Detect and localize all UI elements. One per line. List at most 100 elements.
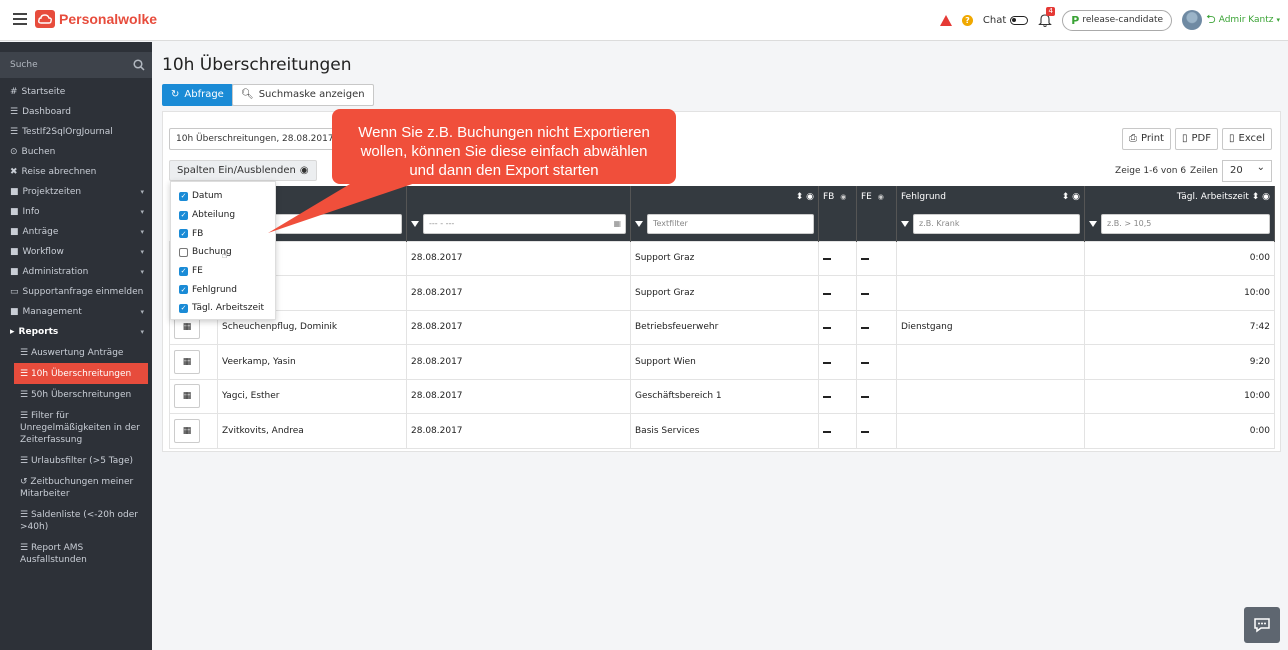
user-menu[interactable]: ⮌ Admir Kantz ▾ bbox=[1206, 10, 1280, 31]
pdf-button[interactable]: ▯ PDF bbox=[1174, 128, 1218, 150]
cell-time: 9:20 bbox=[1084, 344, 1275, 380]
sidebar-item[interactable]: ■ Projektzeiten ▾ bbox=[0, 182, 152, 202]
sidebar-item[interactable]: ☰ TestIf2SqlOrgJournal bbox=[0, 122, 152, 142]
eye-icon[interactable]: ◉ bbox=[878, 193, 884, 201]
reports-submenu-item[interactable]: ☰ Auswertung Anträge bbox=[0, 342, 152, 363]
column-toggle-button[interactable]: Spalten Ein/Ausblenden ◉ bbox=[169, 160, 317, 181]
checkbox[interactable]: ✓ bbox=[179, 303, 188, 313]
checkbox[interactable]: ✓ bbox=[179, 191, 188, 201]
app-logo[interactable]: Personalwolke bbox=[35, 10, 157, 28]
calendar-icon: ▦ bbox=[182, 356, 192, 367]
filter-arbeitszeit: z.B. > 10,5 bbox=[1084, 208, 1275, 241]
column-toggle-item[interactable]: ✓ FB bbox=[171, 224, 275, 243]
help-icon[interactable]: ? bbox=[961, 14, 973, 26]
checkbox[interactable]: ✓ bbox=[179, 266, 188, 276]
header-date[interactable] bbox=[406, 186, 631, 208]
header-fb[interactable]: FB ◉ bbox=[818, 186, 857, 208]
table-row[interactable]: ▦ Zvitkovits, Andrea 28.08.2017 Basis Servi… bbox=[169, 413, 1275, 449]
table-row[interactable]: ▦28.08.2017Support Graz0:00 bbox=[169, 240, 1275, 276]
column-toggle-item[interactable]: ✓ Tägl. Arbeitszeit bbox=[171, 299, 275, 318]
column-toggle-item[interactable]: ✓ FE bbox=[171, 262, 275, 281]
reports-submenu-item[interactable]: ☰ 50h Überschreitungen bbox=[0, 384, 152, 405]
sort-icon[interactable]: ⬍ bbox=[796, 192, 804, 202]
arbeitszeit-filter-input[interactable]: z.B. > 10,5 bbox=[1101, 214, 1270, 235]
reports-submenu-item[interactable]: ☰ Urlaubsfilter (>5 Tage) bbox=[0, 450, 152, 471]
sidebar-item-label: Dashboard bbox=[22, 107, 71, 117]
table-row[interactable]: ▦28.08.2017Support Graz10:00 bbox=[169, 275, 1275, 311]
column-toggle-label: Datum bbox=[192, 191, 223, 202]
page-size-select[interactable]: 20 bbox=[1222, 158, 1272, 182]
sidebar-item[interactable]: # Startseite bbox=[0, 82, 152, 102]
excel-button[interactable]: ▯ Excel bbox=[1221, 128, 1272, 150]
sidebar-item[interactable]: ■ Info ▾ bbox=[0, 202, 152, 222]
sidebar-item-label: Buchen bbox=[21, 147, 56, 157]
header-arbeitszeit[interactable]: Tägl. Arbeitszeit ⬍ ◉ bbox=[1084, 186, 1275, 208]
calendar-icon: ▦ bbox=[182, 391, 192, 402]
reports-submenu-item[interactable]: ☰ Report AMS Ausfallstunden bbox=[0, 537, 152, 570]
header-dept[interactable]: ⬍ ◉ bbox=[630, 186, 819, 208]
sidebar-item[interactable]: ⊙ Buchen bbox=[0, 142, 152, 162]
search-input[interactable]: Suche bbox=[10, 60, 38, 70]
chat-bubble-button[interactable] bbox=[1244, 607, 1280, 643]
header-fehlgrund[interactable]: Fehlgrund ⬍ ◉ bbox=[896, 186, 1085, 208]
sidebar-item[interactable]: ■ Management ▾ bbox=[0, 302, 152, 322]
sidebar-item[interactable]: ■ Workflow ▾ bbox=[0, 242, 152, 262]
query-button[interactable]: ↻ Abfrage bbox=[162, 84, 233, 106]
table-row[interactable]: ▦ Veerkamp, Yasin 28.08.2017 Support Wien 9:… bbox=[169, 344, 1275, 380]
checkbox[interactable] bbox=[179, 247, 188, 257]
column-toggle-item[interactable]: ✓ Fehlgrund bbox=[171, 280, 275, 299]
dept-filter-input[interactable]: Textfilter bbox=[647, 214, 814, 235]
sidebar-item-label: Projektzeiten bbox=[22, 187, 82, 197]
user-avatar[interactable] bbox=[1182, 10, 1203, 30]
reports-submenu-item[interactable]: ☰ 10h Überschreitungen bbox=[14, 363, 148, 384]
date-filter-input[interactable]: --- - --- ▦ bbox=[423, 214, 626, 235]
sort-icon[interactable]: ⬍ ◉ bbox=[1252, 192, 1270, 202]
checkbox[interactable]: ✓ bbox=[179, 210, 188, 220]
sidebar-item[interactable]: ■ Administration ▾ bbox=[0, 262, 152, 282]
sidebar-item[interactable]: ☰ Dashboard bbox=[0, 102, 152, 122]
sidebar-item[interactable]: ▸ Reports ▾ bbox=[0, 322, 152, 342]
reports-submenu-item[interactable]: ☰ Saldenliste (<-20h oder >40h) bbox=[0, 504, 152, 537]
header-fe[interactable]: FE ◉ bbox=[856, 186, 897, 208]
cell-dept: Support Wien bbox=[630, 344, 819, 380]
refresh-icon: ↻ bbox=[171, 89, 180, 100]
fe-dash bbox=[861, 327, 869, 330]
calendar-button[interactable]: ▦ bbox=[174, 349, 200, 374]
show-searchmask-button[interactable]: 🔍︎ Suchmaske anzeigen bbox=[232, 84, 374, 106]
rows-label: Zeilen bbox=[1190, 166, 1218, 176]
reports-submenu-item[interactable]: ↺ Zeitbuchungen meiner Mitarbeiter bbox=[0, 471, 152, 504]
sidebar-search[interactable]: Suche bbox=[0, 52, 152, 78]
table-cell: ▦ bbox=[169, 344, 218, 380]
reports-submenu-item[interactable]: ☰ Filter für Unregelmäßigkeiten in der Z… bbox=[0, 405, 152, 450]
cell-dept: Basis Services bbox=[630, 413, 819, 449]
checkbox[interactable]: ✓ bbox=[179, 229, 188, 239]
sidebar-item[interactable]: ▭ Supportanfrage einmelden bbox=[0, 282, 152, 302]
calendar-button[interactable]: ▦ bbox=[174, 418, 200, 443]
sort-icon[interactable]: ⬍ ◉ bbox=[1062, 192, 1080, 202]
sidebar-item[interactable]: ■ Anträge ▾ bbox=[0, 222, 152, 242]
table-row[interactable]: ▦ Scheuchenpflug, Dominik 28.08.2017 Betrie… bbox=[169, 309, 1275, 345]
hamburger-menu-icon[interactable] bbox=[13, 13, 27, 25]
calendar-icon[interactable]: ▦ bbox=[613, 215, 621, 233]
calendar-icon: ▦ bbox=[182, 425, 192, 436]
eye-icon[interactable]: ◉ bbox=[806, 192, 814, 202]
reports-submenu-label: 50h Überschreitungen bbox=[30, 390, 132, 400]
print-button[interactable]: ⎙ Print bbox=[1121, 128, 1171, 150]
chat-toggle[interactable] bbox=[1010, 15, 1029, 25]
header-fb-label: FB bbox=[823, 192, 835, 202]
eye-icon[interactable]: ◉ bbox=[840, 193, 846, 201]
column-toggle-item[interactable]: ✓ Datum bbox=[171, 187, 275, 206]
fb-dash bbox=[823, 292, 831, 295]
fehlgrund-filter-input[interactable]: z.B. Krank bbox=[913, 214, 1080, 235]
column-toggle-item[interactable]: ✓ Abteilung bbox=[171, 206, 275, 225]
table-body: ▦28.08.2017Support Graz0:00▦28.08.2017Su… bbox=[169, 240, 1275, 449]
report-select[interactable]: 10h Überschreitungen, 28.08.2017 - 2 bbox=[169, 128, 334, 150]
calendar-button[interactable]: ▦ bbox=[174, 384, 200, 409]
notification-bell-icon[interactable]: 4 bbox=[1038, 7, 1056, 28]
sidebar-item[interactable]: ✖ Reise abrechnen bbox=[0, 162, 152, 182]
column-toggle-item[interactable]: Buchung ☝ bbox=[171, 243, 275, 262]
release-badge[interactable]: P release-candidate bbox=[1062, 9, 1173, 31]
table-row[interactable]: ▦ Yagci, Esther 28.08.2017 Geschäftsbereich… bbox=[169, 378, 1275, 414]
checkbox[interactable]: ✓ bbox=[179, 285, 188, 295]
warning-icon[interactable] bbox=[939, 14, 952, 26]
